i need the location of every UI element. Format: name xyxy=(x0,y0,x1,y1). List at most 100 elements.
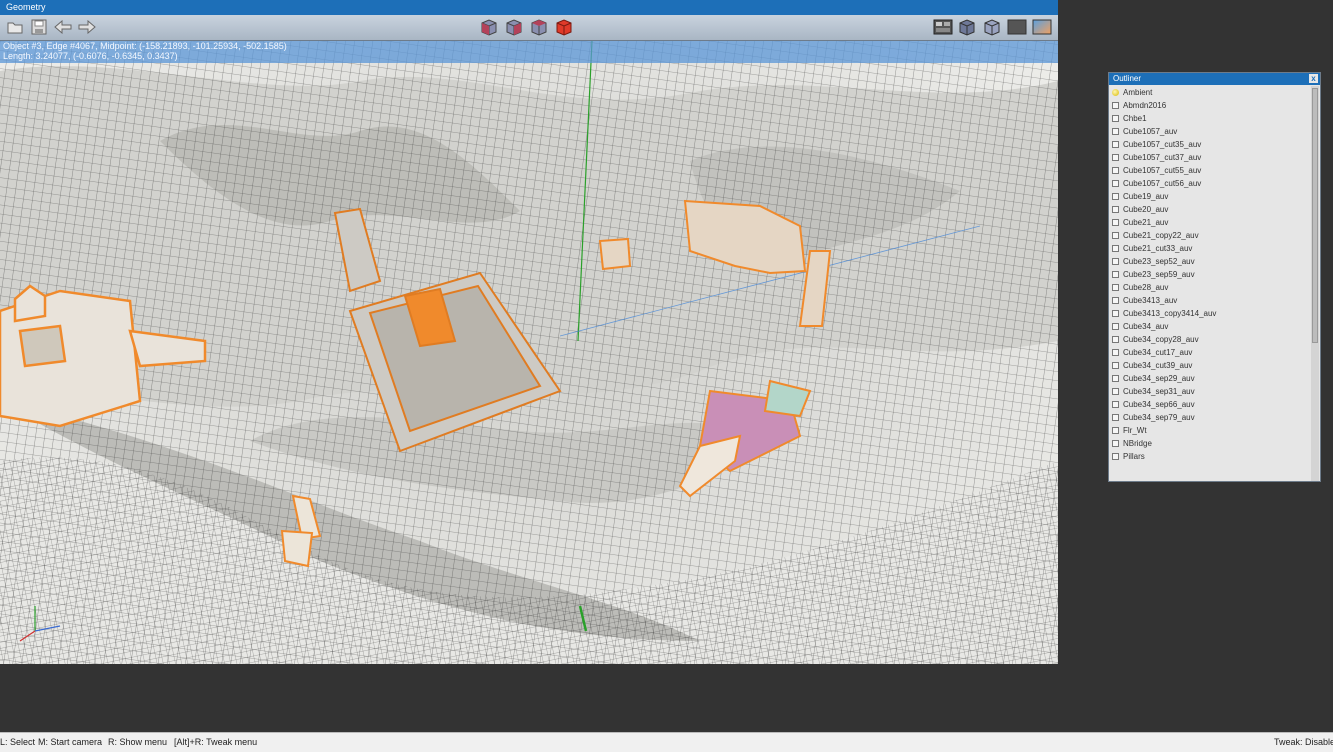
selection-info-line: Object #3, Edge #4067, Midpoint: (-158.2… xyxy=(3,41,287,51)
outliner-item-label: Cube21_copy22_auv xyxy=(1123,231,1199,240)
mesh-object-icon xyxy=(1112,167,1119,174)
outliner-item-label: Cube21_cut33_auv xyxy=(1123,244,1193,253)
outliner-item-label: Cube34_sep66_auv xyxy=(1123,400,1195,409)
outliner-item-label: Flr_Wt xyxy=(1123,426,1147,435)
outliner-item[interactable]: Cube3413_auv xyxy=(1109,294,1312,307)
outliner-item[interactable]: Cube34_cut39_auv xyxy=(1109,359,1312,372)
mesh-object-icon xyxy=(1112,193,1119,200)
mesh-object-icon xyxy=(1112,414,1119,421)
outliner-close-button[interactable]: x xyxy=(1309,74,1318,83)
outliner-item-label: Cube3413_copy3414_auv xyxy=(1123,309,1217,318)
outliner-item[interactable]: Cube21_copy22_auv xyxy=(1109,229,1312,242)
outliner-item[interactable]: Cube1057_cut55_auv xyxy=(1109,164,1312,177)
outliner-item[interactable]: Cube1057_cut37_auv xyxy=(1109,151,1312,164)
mesh-object-icon xyxy=(1112,349,1119,356)
status-bar: L: Select M: Start camera R: Show menu [… xyxy=(0,732,1333,752)
open-folder-icon[interactable] xyxy=(6,18,24,36)
outliner-item[interactable]: Cube34_cut17_auv xyxy=(1109,346,1312,359)
outliner-item[interactable]: Abmdn2016 xyxy=(1109,99,1312,112)
mesh-object-icon xyxy=(1112,128,1119,135)
outliner-item-label: Pillars xyxy=(1123,452,1145,461)
outliner-item[interactable]: Cube1057_auv xyxy=(1109,125,1312,138)
outliner-item[interactable]: Cube34_sep29_auv xyxy=(1109,372,1312,385)
outliner-item[interactable]: Pillars xyxy=(1109,450,1312,463)
outliner-item-label: Chbe1 xyxy=(1123,114,1147,123)
save-icon[interactable] xyxy=(30,18,48,36)
outliner-item[interactable]: Cube34_sep79_auv xyxy=(1109,411,1312,424)
outliner-item[interactable]: Cube21_auv xyxy=(1109,216,1312,229)
redo-arrow-icon[interactable] xyxy=(78,18,96,36)
outliner-item-label: Cube34_auv xyxy=(1123,322,1169,331)
outliner-item[interactable]: Flr_Wt xyxy=(1109,424,1312,437)
outliner-item[interactable]: Chbe1 xyxy=(1109,112,1312,125)
outliner-item-label: Cube34_cut39_auv xyxy=(1123,361,1193,370)
outliner-item-label: Cube19_auv xyxy=(1123,192,1169,201)
gradient-icon[interactable] xyxy=(1032,18,1052,36)
mesh-object-icon xyxy=(1112,232,1119,239)
outliner-panel: Outliner x Ambient Abmdn2016 Chbe1 Cube1057… xyxy=(1108,72,1321,482)
status-tweak-state: Tweak: Disabled xyxy=(1274,737,1333,747)
mesh-object-icon xyxy=(1112,102,1119,109)
mesh-object-icon xyxy=(1112,284,1119,291)
mesh-object-icon xyxy=(1112,336,1119,343)
outliner-item-label: Cube28_auv xyxy=(1123,283,1169,292)
mesh-object-icon xyxy=(1112,258,1119,265)
outliner-item[interactable]: Cube19_auv xyxy=(1109,190,1312,203)
3d-viewport[interactable]: Object #3, Edge #4067, Midpoint: (-158.2… xyxy=(0,41,1058,664)
edge-length-line: Length: 3.24077, (-0.6076, -0.6345, 0.34… xyxy=(3,51,178,61)
outliner-item[interactable]: Cube34_auv xyxy=(1109,320,1312,333)
terrain-mesh xyxy=(0,41,1058,664)
outliner-title-label: Outliner xyxy=(1113,74,1142,83)
view-cube-front-icon[interactable] xyxy=(480,18,498,36)
outliner-item[interactable]: Cube21_cut33_auv xyxy=(1109,242,1312,255)
outliner-item-label: Cube23_sep52_auv xyxy=(1123,257,1195,266)
outliner-item[interactable]: NBridge xyxy=(1109,437,1312,450)
mesh-object-icon xyxy=(1112,141,1119,148)
mesh-object-icon xyxy=(1112,245,1119,252)
outliner-item-label: Cube34_cut17_auv xyxy=(1123,348,1193,357)
outliner-item-label: Cube1057_auv xyxy=(1123,127,1178,136)
mesh-object-icon xyxy=(1112,297,1119,304)
outliner-list: Ambient Abmdn2016 Chbe1 Cube1057_auv Cube105… xyxy=(1109,86,1312,481)
toolbar xyxy=(0,15,1058,41)
outliner-item-label: NBridge xyxy=(1123,439,1152,448)
outliner-item-label: Cube20_auv xyxy=(1123,205,1169,214)
mesh-object-icon xyxy=(1112,362,1119,369)
status-camera-hint: M: Start camera xyxy=(38,737,103,747)
outliner-item-label: Cube21_auv xyxy=(1123,218,1169,227)
outliner-item[interactable]: Cube34_sep66_auv xyxy=(1109,398,1312,411)
window-title: Geometry xyxy=(0,0,1058,15)
view-cube-solid-icon[interactable] xyxy=(555,18,573,36)
outliner-title: Outliner x xyxy=(1109,73,1320,85)
view-cube-side-icon[interactable] xyxy=(505,18,523,36)
geometry-window: Geometry Object #3, Edge #4067, Midpoint… xyxy=(0,0,1058,664)
mesh-object-icon xyxy=(1112,323,1119,330)
outliner-item[interactable]: Cube34_copy28_auv xyxy=(1109,333,1312,346)
undo-arrow-icon[interactable] xyxy=(54,18,72,36)
outliner-item-label: Cube3413_auv xyxy=(1123,296,1178,305)
outliner-item-label: Cube34_sep31_auv xyxy=(1123,387,1195,396)
outliner-item-label: Abmdn2016 xyxy=(1123,101,1167,110)
outliner-item[interactable]: Cube23_sep59_auv xyxy=(1109,268,1312,281)
shaded-cube-icon[interactable] xyxy=(958,18,976,36)
outliner-item-label: Cube34_sep29_auv xyxy=(1123,374,1195,383)
mesh-object-icon xyxy=(1112,440,1119,447)
wire-cube-icon[interactable] xyxy=(983,18,1001,36)
render-settings-icon[interactable] xyxy=(933,18,953,36)
outliner-scroll-thumb[interactable] xyxy=(1312,88,1318,343)
outliner-item[interactable]: Cube1057_cut35_auv xyxy=(1109,138,1312,151)
view-cube-top-icon[interactable] xyxy=(530,18,548,36)
mesh-object-icon xyxy=(1112,219,1119,226)
outliner-item[interactable]: Cube3413_copy3414_auv xyxy=(1109,307,1312,320)
outliner-item[interactable]: Cube34_sep31_auv xyxy=(1109,385,1312,398)
mesh-object-icon xyxy=(1112,388,1119,395)
mesh-object-icon xyxy=(1112,180,1119,187)
outliner-item[interactable]: Cube23_sep52_auv xyxy=(1109,255,1312,268)
outliner-scrollbar[interactable] xyxy=(1311,86,1319,481)
background-icon[interactable] xyxy=(1007,18,1027,36)
outliner-item[interactable]: Ambient xyxy=(1109,86,1312,99)
outliner-item[interactable]: Cube1057_cut56_auv xyxy=(1109,177,1312,190)
outliner-item[interactable]: Cube20_auv xyxy=(1109,203,1312,216)
outliner-item[interactable]: Cube28_auv xyxy=(1109,281,1312,294)
mesh-object-icon xyxy=(1112,115,1119,122)
